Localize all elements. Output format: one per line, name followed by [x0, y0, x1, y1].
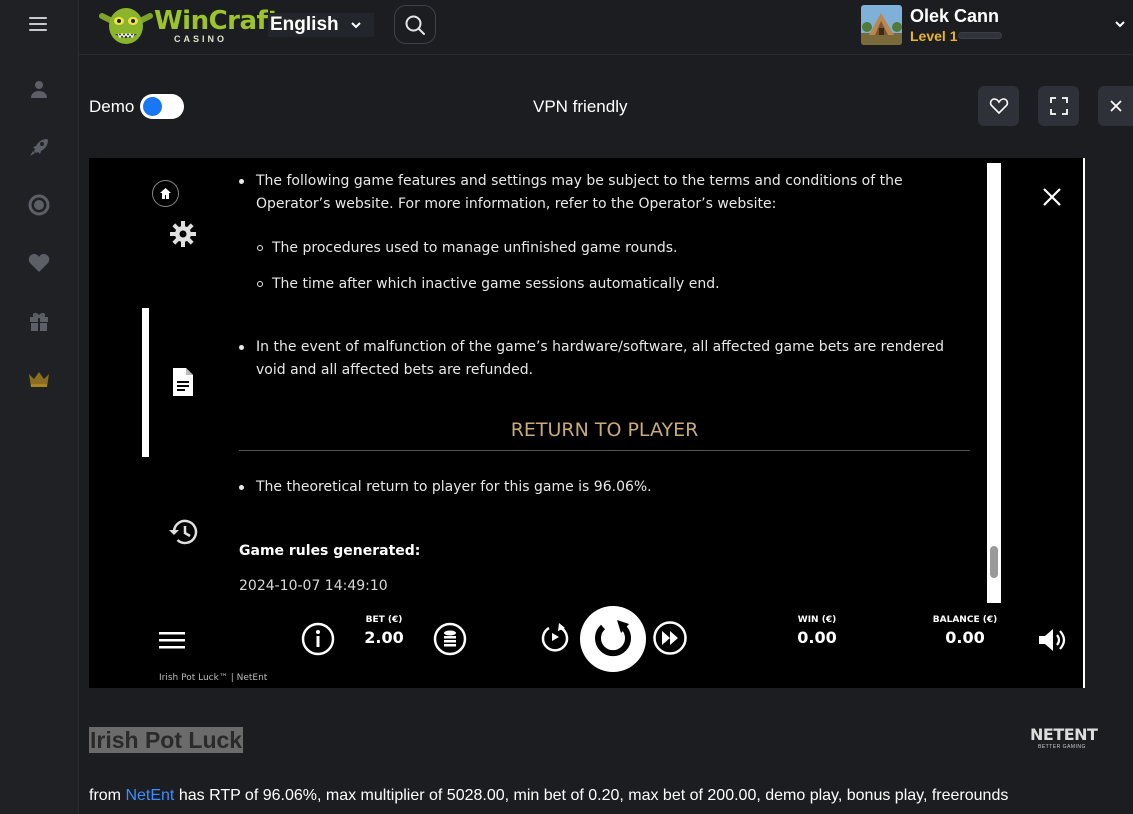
win-label: WIN (€): [797, 615, 837, 625]
desc-prefix: from: [89, 787, 126, 804]
coins-icon: [433, 622, 467, 656]
balance-label: BALANCE (€): [932, 615, 998, 625]
rocket-icon[interactable]: [26, 134, 52, 160]
vpn-friendly-label: VPN friendly: [533, 97, 628, 116]
provider-logo-text: NETENT: [1030, 725, 1098, 744]
speaker-icon: [1039, 629, 1066, 651]
toggle-knob: [143, 97, 162, 116]
win-value: 0.00: [797, 628, 837, 647]
search-icon: [405, 15, 425, 35]
user-level: Level 1: [910, 28, 958, 44]
rules-text: In the event of malfunction of the game’…: [256, 339, 945, 378]
sidebar: [0, 0, 79, 814]
crown-icon[interactable]: [26, 366, 52, 392]
gift-icon[interactable]: [26, 308, 52, 334]
provider-tagline: BETTER GAMING: [1038, 744, 1086, 750]
rules-bullet: The following game features and settings…: [239, 170, 964, 216]
frame-edge: [1083, 158, 1085, 688]
username: Olek Cann: [910, 6, 1000, 26]
info-icon: [301, 622, 335, 656]
casino-logo[interactable]: WinCraft CASINO: [98, 4, 280, 46]
game-title: Irish Pot Luck: [89, 727, 244, 753]
game-frame[interactable]: The following game features and settings…: [89, 158, 1085, 688]
chevron-down-icon[interactable]: [1114, 18, 1126, 30]
menu-icon: [159, 632, 185, 649]
game-description: from NetEnt has RTP of 96.06%, max multi…: [89, 787, 1008, 805]
user-icon[interactable]: [26, 76, 52, 102]
language-selector[interactable]: English: [268, 13, 374, 37]
logo-subtext: CASINO: [174, 34, 228, 44]
avatar[interactable]: [861, 5, 902, 45]
fullscreen-button[interactable]: [1038, 86, 1079, 126]
game-menu-button[interactable]: [157, 627, 187, 653]
history-icon: [169, 519, 198, 545]
divider: [239, 450, 970, 451]
rules-sub-bullet: The procedures used to manage unfinished…: [239, 237, 964, 260]
active-tab-indicator: [142, 308, 149, 457]
spin-icon: [595, 620, 631, 657]
rules-bullet: In the event of malfunction of the game’…: [239, 336, 964, 382]
demo-toggle[interactable]: [140, 94, 184, 119]
rtp-heading: RETURN TO PLAYER: [510, 419, 699, 441]
search-button[interactable]: [394, 5, 436, 44]
gear-icon: [170, 221, 196, 247]
provider-link[interactable]: NetEnt: [125, 787, 174, 804]
generated-date: 2024-10-07 14:49:10: [239, 578, 388, 594]
settings-button[interactable]: [167, 218, 199, 250]
rules-text: The time after which inactive game sessi…: [272, 276, 720, 292]
provider-logo[interactable]: NETENT BETTER GAMING: [1030, 725, 1098, 757]
rules-sub-bullet: The time after which inactive game sessi…: [239, 273, 964, 296]
rules-text: The following game features and settings…: [256, 173, 903, 212]
fast-forward-icon: [653, 621, 687, 655]
heart-icon[interactable]: [26, 250, 52, 276]
goblin-logo-icon: [99, 8, 153, 44]
rules-text: The procedures used to manage unfinished…: [272, 240, 678, 256]
scrollbar-thumb[interactable]: [990, 546, 998, 578]
close-icon: [1109, 100, 1122, 112]
level-progress-bar: [958, 32, 1002, 39]
home-button[interactable]: [152, 180, 179, 207]
language-label: English: [270, 14, 339, 35]
generated-label: Game rules generated:: [239, 543, 421, 559]
logo-text: WinCraft: [154, 6, 280, 36]
rules-bullet: The theoretical return to player for thi…: [239, 476, 964, 499]
roulette-icon[interactable]: [26, 192, 52, 218]
desc-suffix: has RTP of 96.06%, max multiplier of 502…: [174, 787, 1009, 804]
autoplay-icon: [541, 623, 569, 652]
history-button[interactable]: [167, 516, 199, 548]
rules-text: The theoretical return to player for thi…: [256, 479, 652, 495]
close-game-button[interactable]: [1098, 86, 1133, 126]
balance-value: 0.00: [945, 628, 985, 647]
turbo-button[interactable]: [652, 620, 688, 656]
autoplay-button[interactable]: [539, 620, 571, 654]
info-button[interactable]: [301, 622, 335, 656]
fullscreen-icon: [1049, 97, 1068, 115]
close-icon[interactable]: [1039, 184, 1065, 210]
scrollbar[interactable]: [987, 163, 1001, 603]
bet-label: BET (€): [365, 615, 403, 625]
rules-button[interactable]: [169, 366, 197, 398]
menu-icon[interactable]: [29, 17, 47, 31]
favorite-button[interactable]: [978, 86, 1019, 126]
spin-button[interactable]: [580, 606, 646, 672]
chevron-down-icon: [351, 22, 361, 29]
home-icon: [160, 188, 171, 199]
game-footer: Irish Pot Luck™ | NetEnt: [159, 673, 268, 683]
bet-settings-button[interactable]: [433, 622, 467, 656]
document-icon: [173, 368, 193, 396]
heart-outline-icon: [989, 98, 1008, 115]
demo-label: Demo: [89, 97, 135, 116]
bet-value: 2.00: [364, 628, 404, 647]
sound-button[interactable]: [1037, 626, 1067, 654]
